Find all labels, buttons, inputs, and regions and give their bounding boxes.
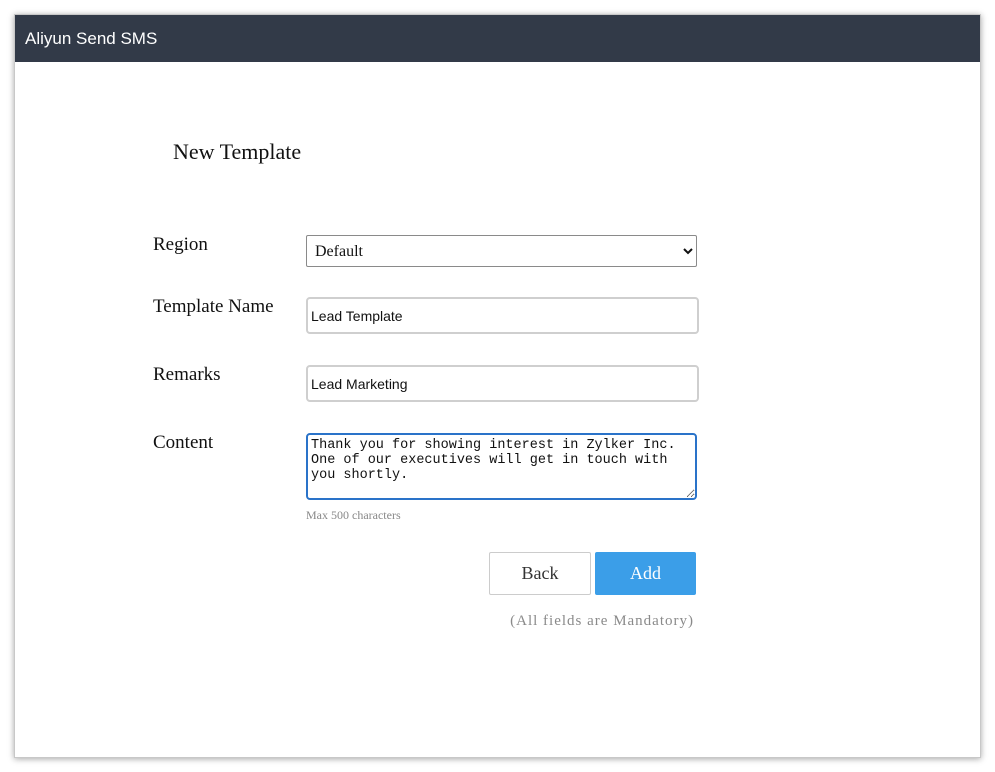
content-label: Content xyxy=(153,432,214,453)
back-button[interactable]: Back xyxy=(489,552,591,595)
window-title: Aliyun Send SMS xyxy=(25,29,158,48)
content-textarea[interactable]: Thank you for showing interest in Zylker… xyxy=(306,433,697,500)
content-hint: Max 500 characters xyxy=(306,508,401,522)
remarks-label: Remarks xyxy=(153,364,221,385)
region-select[interactable]: Default xyxy=(306,235,697,267)
window-titlebar: Aliyun Send SMS xyxy=(15,15,980,62)
region-label: Region xyxy=(153,234,208,255)
app-window: Aliyun Send SMS New Template Region Defa… xyxy=(14,14,981,758)
mandatory-note: (All fields are Mandatory) xyxy=(510,613,694,629)
add-button[interactable]: Add xyxy=(595,552,696,595)
template-name-label: Template Name xyxy=(153,296,274,317)
remarks-input[interactable] xyxy=(306,365,699,402)
page-title: New Template xyxy=(173,139,302,164)
template-name-input[interactable] xyxy=(306,297,699,334)
